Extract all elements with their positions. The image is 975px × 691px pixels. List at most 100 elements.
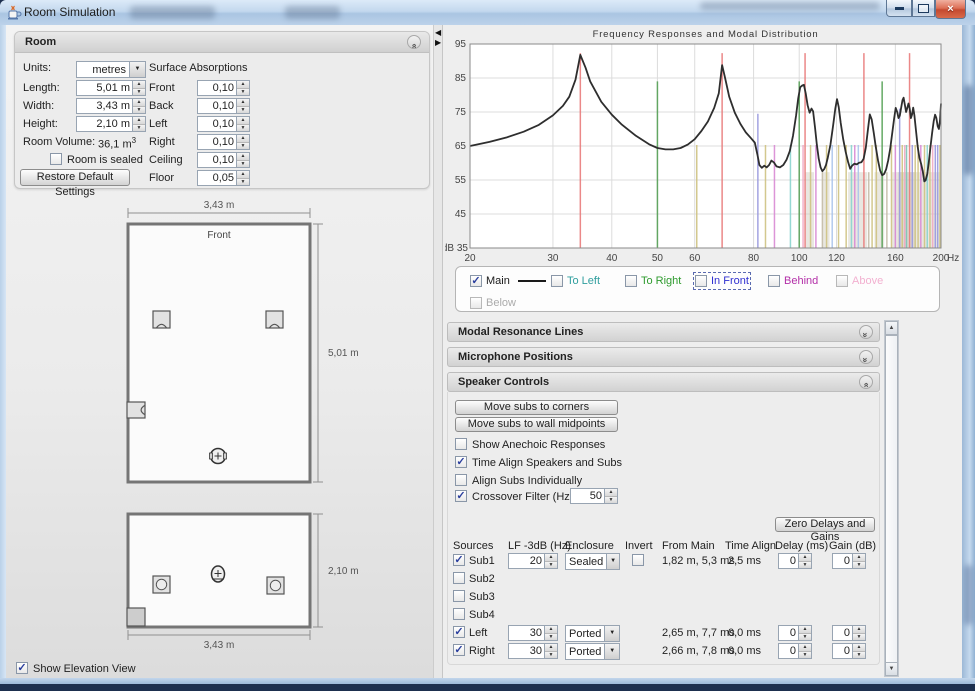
spinner-down-icon[interactable]: ▼ (853, 562, 865, 569)
crossover-frequency-spinner[interactable]: 50▲▼ (570, 488, 618, 504)
minimize-button[interactable] (886, 0, 912, 17)
lf-cutoff-spinner-left[interactable]: 30▲▼ (508, 625, 558, 641)
absorption-spinner-front[interactable]: 0,10▲▼ (197, 80, 250, 96)
right-speaker-elevation[interactable] (267, 577, 284, 594)
room-is-sealed-checkbox[interactable] (50, 153, 62, 165)
right-pane-scrollbar[interactable]: ▲ ▼ (884, 320, 899, 677)
collapse-right-icon[interactable]: ▶ (435, 39, 441, 47)
move-subs-to-corners-button[interactable]: Move subs to corners (455, 400, 618, 415)
section-modal-resonance-lines[interactable]: Modal Resonance Lines » (447, 322, 880, 342)
sub1-top-view[interactable] (127, 402, 145, 418)
spinner-down-icon[interactable]: ▼ (237, 107, 249, 114)
units-select[interactable]: metres ▼ (76, 61, 146, 78)
lf-cutoff-spinner-sub1[interactable]: 20▲▼ (508, 553, 558, 569)
spinner-up-icon[interactable]: ▲ (799, 626, 811, 634)
listener-top-view[interactable] (210, 449, 227, 464)
legend-item-above[interactable]: Above (836, 274, 883, 288)
collapse-room-button[interactable]: » (407, 35, 421, 49)
spinner-up-icon[interactable]: ▲ (237, 135, 249, 143)
gain-spinner-right[interactable]: 0▲▼ (832, 643, 866, 659)
spinner-down-icon[interactable]: ▼ (799, 562, 811, 569)
legend-checkbox-in-front[interactable] (695, 275, 707, 287)
pane-splitter[interactable]: ◀ ▶ (433, 25, 443, 678)
legend-checkbox-behind[interactable] (768, 275, 780, 287)
left-speaker-elevation[interactable] (153, 576, 170, 593)
spinner-up-icon[interactable]: ▲ (853, 644, 865, 652)
source-checkbox-right[interactable]: ✓ (453, 644, 465, 656)
collapse-left-icon[interactable]: ◀ (435, 29, 441, 37)
source-checkbox-sub2[interactable] (453, 572, 465, 584)
crossover-filter-checkbox[interactable]: ✓ (455, 490, 467, 502)
sub1-elevation[interactable] (127, 608, 145, 626)
frequency-response-chart[interactable]: Frequency Responses and Modal Distributi… (445, 28, 961, 270)
source-checkbox-left[interactable]: ✓ (453, 626, 465, 638)
spinner-up-icon[interactable]: ▲ (545, 626, 557, 634)
spinner-down-icon[interactable]: ▼ (237, 161, 249, 168)
legend-checkbox-below[interactable] (470, 297, 482, 309)
spinner-down-icon[interactable]: ▼ (605, 497, 617, 504)
absorption-spinner-back[interactable]: 0,10▲▼ (197, 98, 250, 114)
section-speaker-controls[interactable]: Speaker Controls » (447, 372, 880, 392)
spinner-up-icon[interactable]: ▲ (237, 99, 249, 107)
spinner-up-icon[interactable]: ▲ (237, 81, 249, 89)
source-checkbox-sub3[interactable] (453, 590, 465, 602)
spinner-up-icon[interactable]: ▲ (545, 554, 557, 562)
legend-item-behind[interactable]: Behind (768, 274, 818, 288)
absorption-spinner-floor[interactable]: 0,05▲▼ (197, 170, 250, 186)
scroll-down-button[interactable]: ▼ (885, 662, 898, 676)
restore-default-settings-button[interactable]: Restore Default Settings (20, 169, 130, 186)
speaker-checkbox-time-align-speakers-and-subs[interactable]: ✓ (455, 456, 467, 468)
maximize-button[interactable] (912, 0, 935, 17)
spinner-up-icon[interactable]: ▲ (799, 554, 811, 562)
spinner-down-icon[interactable]: ▼ (545, 562, 557, 569)
move-subs-to-wall-midpoints-button[interactable]: Move subs to wall midpoints (455, 417, 618, 432)
expand-section-button[interactable]: » (859, 350, 873, 364)
legend-checkbox-to-left[interactable] (551, 275, 563, 287)
room-dim-spinner-width[interactable]: 3,43 m▲▼ (76, 98, 146, 114)
speaker-checkbox-show-anechoic-responses[interactable] (455, 438, 467, 450)
spinner-down-icon[interactable]: ▼ (853, 652, 865, 659)
gain-spinner-left[interactable]: 0▲▼ (832, 625, 866, 641)
enclosure-select-right[interactable]: Ported▼ (565, 643, 620, 660)
close-button[interactable]: × (935, 0, 966, 19)
delay-spinner-right[interactable]: 0▲▼ (778, 643, 812, 659)
zero-delays-and-gains-button[interactable]: Zero Delays and Gains (775, 517, 875, 532)
delay-spinner-sub1[interactable]: 0▲▼ (778, 553, 812, 569)
spinner-down-icon[interactable]: ▼ (853, 634, 865, 641)
spinner-down-icon[interactable]: ▼ (237, 89, 249, 96)
spinner-up-icon[interactable]: ▲ (237, 171, 249, 179)
absorption-spinner-left[interactable]: 0,10▲▼ (197, 116, 250, 132)
speaker-checkbox-align-subs-individually[interactable] (455, 474, 467, 486)
gain-spinner-sub1[interactable]: 0▲▼ (832, 553, 866, 569)
lf-cutoff-spinner-right[interactable]: 30▲▼ (508, 643, 558, 659)
spinner-down-icon[interactable]: ▼ (237, 143, 249, 150)
spinner-down-icon[interactable]: ▼ (237, 125, 249, 132)
spinner-down-icon[interactable]: ▼ (799, 652, 811, 659)
legend-item-below[interactable]: Below (470, 296, 516, 310)
source-checkbox-sub1[interactable]: ✓ (453, 554, 465, 566)
scroll-up-button[interactable]: ▲ (885, 321, 898, 335)
spinner-up-icon[interactable]: ▲ (237, 153, 249, 161)
spinner-up-icon[interactable]: ▲ (799, 644, 811, 652)
spinner-down-icon[interactable]: ▼ (133, 89, 145, 96)
spinner-up-icon[interactable]: ▲ (605, 489, 617, 497)
spinner-up-icon[interactable]: ▲ (853, 626, 865, 634)
scrollbar-thumb[interactable] (885, 335, 898, 663)
listener-elevation[interactable] (212, 566, 225, 582)
spinner-up-icon[interactable]: ▲ (853, 554, 865, 562)
invert-checkbox-sub1[interactable] (632, 554, 644, 566)
room-panel-header[interactable]: Room » (15, 32, 429, 53)
spinner-up-icon[interactable]: ▲ (545, 644, 557, 652)
room-dim-spinner-height[interactable]: 2,10 m▲▼ (76, 116, 146, 132)
legend-item-in-front[interactable]: In Front (695, 274, 749, 288)
delay-spinner-left[interactable]: 0▲▼ (778, 625, 812, 641)
right-speaker-top-view[interactable] (266, 311, 283, 328)
spinner-down-icon[interactable]: ▼ (237, 179, 249, 186)
absorption-spinner-ceiling[interactable]: 0,10▲▼ (197, 152, 250, 168)
section-microphone-positions[interactable]: Microphone Positions » (447, 347, 880, 367)
legend-item-to-right[interactable]: To Right (625, 274, 681, 288)
spinner-down-icon[interactable]: ▼ (799, 634, 811, 641)
enclosure-select-left[interactable]: Ported▼ (565, 625, 620, 642)
legend-item-main[interactable]: ✓Main (470, 274, 546, 288)
spinner-up-icon[interactable]: ▲ (237, 117, 249, 125)
